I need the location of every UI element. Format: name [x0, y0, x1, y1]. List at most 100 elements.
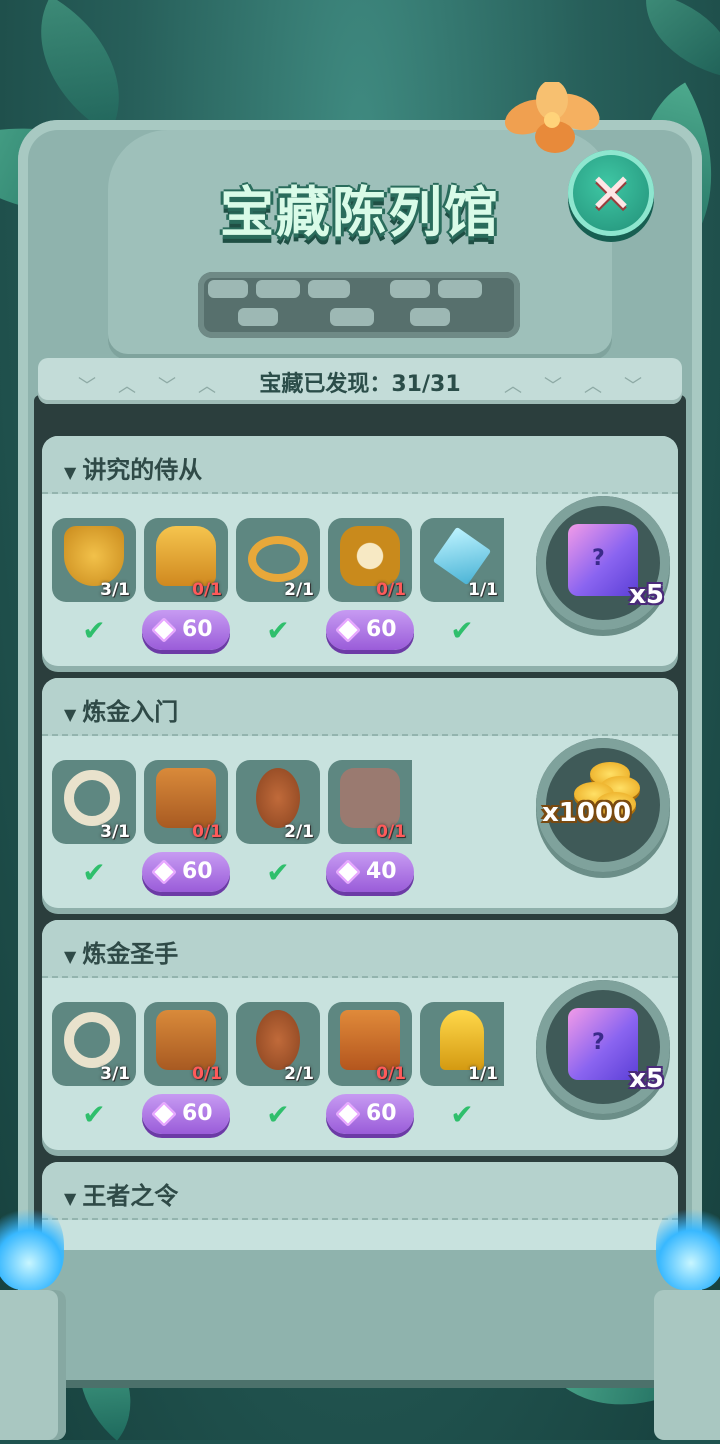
blue-flame-icon: [656, 1200, 720, 1290]
collected-check-icon: ✔: [450, 614, 474, 647]
buy-with-gems-button[interactable]: 60: [326, 610, 414, 650]
reward-qty: x5: [629, 580, 664, 610]
gem-icon: [335, 859, 361, 885]
treasure-set-panel: ▼ 讲究的侍从 3/1 0/1 2/1 0/1 1/1 ✔ 60 ✔ 60 ✔ ?…: [42, 436, 678, 666]
item-count: 2/1: [284, 822, 314, 842]
collected-check-icon: ✔: [82, 614, 106, 647]
set-reward[interactable]: x1000: [536, 738, 670, 872]
gem-icon: [151, 859, 177, 885]
set-header[interactable]: ▼ 炼金圣手: [42, 920, 678, 978]
treasure-item[interactable]: 1/1: [420, 1002, 504, 1086]
set-title: 炼金入门: [82, 698, 179, 726]
gem-icon: [151, 617, 177, 643]
treasure-item[interactable]: 2/1: [236, 518, 320, 602]
treasure-item[interactable]: 0/1: [328, 518, 412, 602]
treasure-item[interactable]: 0/1: [328, 760, 412, 844]
collected-check-icon: ✔: [82, 1098, 106, 1131]
buy-with-gems-button[interactable]: 60: [142, 852, 230, 892]
blue-flame-icon: [0, 1200, 64, 1290]
gem-icon: [335, 1101, 361, 1127]
frame-bottom: [34, 1250, 686, 1380]
close-icon: ✕: [588, 161, 634, 225]
stone-pillar: [0, 1290, 66, 1440]
collected-check-icon: ✔: [266, 1098, 290, 1131]
stone-tablet-icon: [340, 768, 400, 828]
golden-belt-icon: [248, 536, 308, 582]
treasure-item[interactable]: 0/1: [144, 518, 228, 602]
flower-icon: [504, 82, 600, 153]
treasure-item[interactable]: 2/1: [236, 760, 320, 844]
collected-check-icon: ✔: [266, 614, 290, 647]
tiki-mask-icon: [156, 768, 216, 828]
mickey-shield-icon: [64, 526, 124, 586]
treasure-item[interactable]: 1/1: [420, 518, 504, 602]
set-title: 王者之令: [82, 1182, 179, 1210]
mystery-ticket-icon: ?: [568, 1008, 638, 1080]
gem-price: 40: [366, 859, 397, 884]
found-count: 31/31: [391, 372, 461, 397]
reward-qty: x5: [629, 1064, 664, 1094]
page-title: 宝藏陈列馆: [220, 181, 500, 244]
item-count: 2/1: [284, 580, 314, 600]
gem-price: 60: [366, 617, 397, 642]
item-count: 0/1: [376, 1064, 406, 1084]
buy-with-gems-button[interactable]: 40: [326, 852, 414, 892]
collected-check-icon: ✔: [266, 856, 290, 889]
buy-with-gems-button[interactable]: 60: [326, 1094, 414, 1134]
chevron-down-icon: ▼: [64, 947, 77, 966]
chevron-down-icon: ▼: [64, 705, 77, 724]
set-reward[interactable]: ? x5: [536, 496, 670, 630]
chevron-down-icon: ▼: [64, 1189, 77, 1208]
item-count: 2/1: [284, 1064, 314, 1084]
item-count: 3/1: [100, 822, 130, 842]
buy-with-gems-button[interactable]: 60: [142, 1094, 230, 1134]
collected-check-icon: ✔: [450, 1098, 474, 1131]
item-count: 0/1: [192, 580, 222, 600]
tribal-shield-icon: [256, 1010, 300, 1070]
item-count: 1/1: [468, 580, 498, 600]
stone-pillar: [654, 1290, 720, 1440]
treasure-set-panel: ▼ 炼金圣手 3/1 0/1 2/1 0/1 1/1 ✔ 60 ✔ 60 ✔ ? …: [42, 920, 678, 1150]
tiki-mask-icon: [156, 1010, 216, 1070]
golden-trophy-icon: [440, 1010, 484, 1070]
treasure-item[interactable]: 3/1: [52, 1002, 136, 1086]
gem-price: 60: [182, 859, 213, 884]
set-reward[interactable]: ? x5: [536, 980, 670, 1114]
item-count: 3/1: [100, 1064, 130, 1084]
stone-slot: [198, 272, 520, 338]
item-count: 3/1: [100, 580, 130, 600]
treasure-item[interactable]: 0/1: [144, 760, 228, 844]
treasure-item[interactable]: 3/1: [52, 760, 136, 844]
collected-check-icon: ✔: [82, 856, 106, 889]
item-count: 0/1: [192, 1064, 222, 1084]
set-title: 炼金圣手: [82, 940, 179, 968]
reward-qty: x1000: [542, 798, 632, 828]
bone-ring-icon: [64, 1012, 120, 1068]
treasure-set-panel: ▼ 王者之令: [42, 1162, 678, 1252]
golden-armor-icon: [156, 526, 216, 586]
gem-price: 60: [366, 1101, 397, 1126]
treasure-item[interactable]: 3/1: [52, 518, 136, 602]
treasure-item[interactable]: 0/1: [328, 1002, 412, 1086]
bone-ring-icon: [64, 770, 120, 826]
item-count: 0/1: [192, 822, 222, 842]
set-header[interactable]: ▼ 王者之令: [42, 1162, 678, 1220]
set-header[interactable]: ▼ 讲究的侍从: [42, 436, 678, 494]
found-label: 宝藏已发现：: [259, 372, 392, 397]
chevron-down-icon: ▼: [64, 463, 77, 482]
set-title: 讲究的侍从: [82, 456, 203, 484]
treasure-item[interactable]: 2/1: [236, 1002, 320, 1086]
close-button[interactable]: ✕: [568, 150, 654, 236]
spell-book-icon: [340, 1010, 400, 1070]
buy-with-gems-button[interactable]: 60: [142, 610, 230, 650]
item-count: 1/1: [468, 1064, 498, 1084]
panda-medal-icon: [340, 526, 400, 586]
tribal-shield-icon: [256, 768, 300, 828]
gem-icon: [151, 1101, 177, 1127]
mystery-ticket-icon: ?: [568, 524, 638, 596]
item-count: 0/1: [376, 822, 406, 842]
discovery-counter: ﹀ ︿ ﹀ ︿ ︿ ﹀ ︿ ﹀ 宝藏已发现：31/31: [38, 358, 682, 404]
gem-price: 60: [182, 1101, 213, 1126]
set-header[interactable]: ▼ 炼金入门: [42, 678, 678, 736]
treasure-item[interactable]: 0/1: [144, 1002, 228, 1086]
